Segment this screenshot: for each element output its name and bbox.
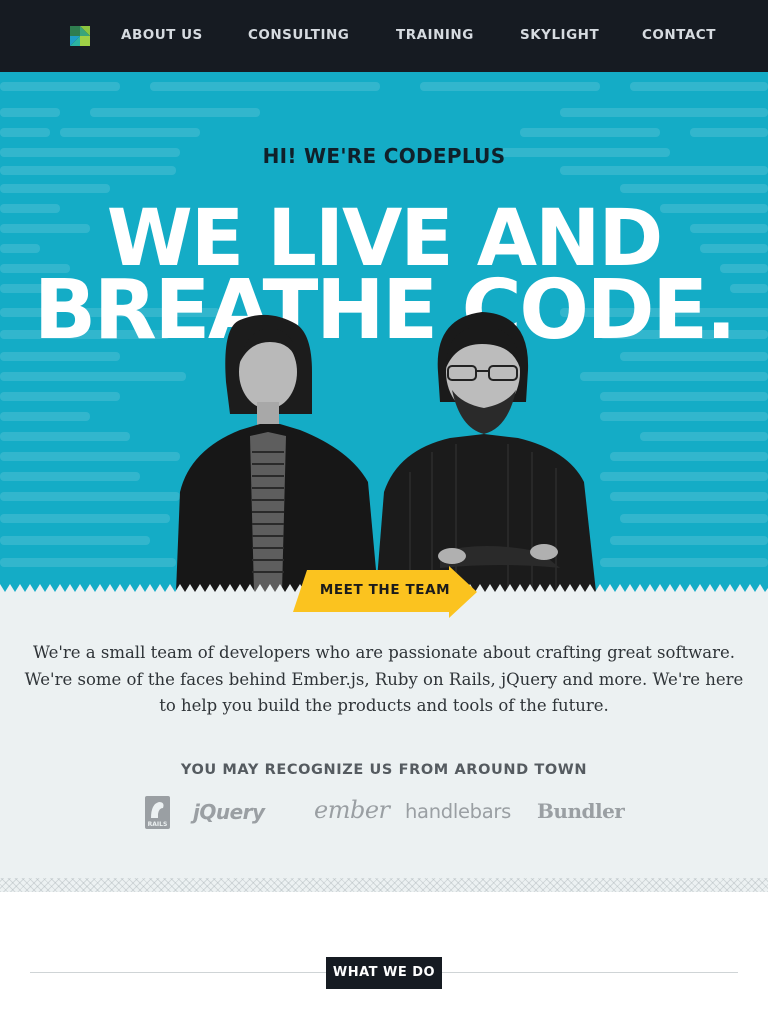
nav-training[interactable]: TRAINING <box>396 27 474 43</box>
nav-about-us[interactable]: ABOUT US <box>121 27 203 43</box>
team-member-man-photo <box>376 312 596 592</box>
rails-logo-label: RAILS <box>148 821 168 828</box>
team-photo <box>0 312 768 592</box>
nav-consulting[interactable]: CONSULTING <box>248 27 349 43</box>
ember-logo: ember <box>314 796 390 824</box>
top-nav: ABOUT US CONSULTING TRAINING SKYLIGHT CO… <box>0 0 768 72</box>
team-member-woman-photo <box>176 314 378 592</box>
intro-paragraph: We're a small team of developers who are… <box>24 643 744 715</box>
section-rule-left <box>30 972 326 973</box>
recognize-heading: YOU MAY RECOGNIZE US FROM AROUND TOWN <box>180 762 588 778</box>
about-section: We're a small team of developers who are… <box>0 592 768 892</box>
rails-logo-icon: RAILS <box>145 796 170 829</box>
meet-the-team-button[interactable]: MEET THE TEAM <box>293 566 477 618</box>
bundler-logo: Bundler <box>537 799 625 823</box>
meet-the-team-label: MEET THE TEAM <box>319 582 451 598</box>
codeplus-logo-icon[interactable] <box>70 26 90 46</box>
what-we-do-heading: WHAT WE DO <box>326 957 442 989</box>
nav-contact[interactable]: CONTACT <box>642 27 716 43</box>
section-rule-right <box>442 972 738 973</box>
jquery-logo: jQuery <box>193 800 265 824</box>
hero-section: HI! WE'RE CODEPLUS WE LIVE AND BREATHE C… <box>0 72 768 592</box>
nav-skylight[interactable]: SKYLIGHT <box>520 27 599 43</box>
section-divider-pattern <box>0 878 768 892</box>
handlebars-logo: handlebars <box>405 800 511 823</box>
